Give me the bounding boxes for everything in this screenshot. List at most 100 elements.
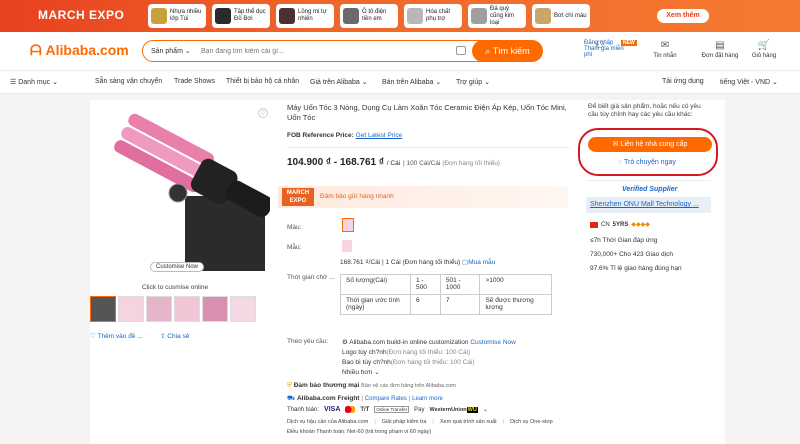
product-main-image[interactable]: ♡ Customise Now bbox=[90, 106, 273, 274]
banner-item[interactable]: Hóa chất phụ trợ bbox=[404, 4, 462, 28]
orders-icon: ▤ bbox=[715, 40, 725, 51]
mastercard-icon bbox=[345, 406, 356, 413]
china-flag-icon bbox=[590, 221, 598, 228]
diamond-rating-icon: ◆◆◆◆ bbox=[631, 222, 650, 228]
chevron-down-icon: ⌄ bbox=[484, 79, 490, 86]
banner-item[interactable]: Nhựa nhiều lớp Túi bbox=[148, 4, 206, 28]
nav-trade-shows[interactable]: Trade Shows bbox=[174, 78, 215, 85]
messages-link[interactable]: ✉ Tin nhắn bbox=[650, 40, 680, 59]
nav-price[interactable]: Giá trên Alibaba ⌄ bbox=[310, 78, 368, 86]
buy-sample-link[interactable]: ▢Mua mẫu bbox=[462, 259, 495, 266]
nav-ppe[interactable]: Thiết bị bảo hộ cá nhân bbox=[226, 78, 299, 85]
alibaba-a-icon: ᗩ bbox=[30, 42, 46, 58]
color-swatch[interactable] bbox=[342, 218, 354, 232]
thumbnail[interactable] bbox=[146, 296, 172, 322]
chevron-down-icon: ⌄ bbox=[361, 79, 368, 86]
model-label: Mẫu: bbox=[287, 244, 302, 251]
visa-icon: VISA bbox=[324, 406, 341, 413]
march-expo-logo: MARCH EXPO bbox=[38, 8, 125, 22]
ontime-delivery: 97.6% Tỉ lệ giao hàng đúng hạn bbox=[590, 265, 682, 272]
hair-curler-image bbox=[90, 106, 273, 274]
thumbnail[interactable] bbox=[118, 296, 144, 322]
thumbnail[interactable] bbox=[230, 296, 256, 322]
chevron-down-icon: ⌄ bbox=[184, 48, 191, 55]
product-thumb-icon bbox=[471, 8, 487, 24]
service-link[interactable]: Xem quá trình sản xuất bbox=[440, 419, 497, 425]
share-link[interactable]: ⇪ Chia sẻ bbox=[160, 332, 189, 340]
cart-link[interactable]: 🛒 Giỏ hàng bbox=[748, 40, 780, 59]
product-thumb-icon bbox=[407, 8, 423, 24]
truck-icon: ⛟ bbox=[287, 395, 297, 402]
fob-price: FOB Reference Price: Get Latest Price bbox=[287, 132, 403, 139]
product-thumb-icon bbox=[215, 8, 231, 24]
nav-language[interactable]: tiếng Việt - VND ⌄ bbox=[720, 78, 778, 86]
see-more-button[interactable]: Xem thêm bbox=[657, 9, 709, 23]
product-thumb-icon bbox=[343, 8, 359, 24]
transactions: 730,000+ Cho 423 Giao dịch bbox=[590, 251, 673, 258]
supplier-badges: CN 5YRS ◆◆◆◆ bbox=[590, 221, 650, 228]
expo-strip: MARCH EXPO Đảm bảo gửi hàng nhanh bbox=[278, 186, 568, 208]
camera-icon[interactable] bbox=[456, 46, 466, 55]
color-label: Màu: bbox=[287, 224, 302, 231]
nav-download-app[interactable]: Tải ứng dụng bbox=[662, 78, 704, 85]
nav-help[interactable]: Trợ giúp ⌄ bbox=[456, 78, 490, 86]
message-icon: ✉ bbox=[660, 40, 670, 51]
heart-icon[interactable]: ♡ bbox=[258, 108, 268, 118]
tt-icon: T/T bbox=[360, 406, 370, 413]
payment-terms: Điều khoản Thanh toán: Net-60 (trả trong… bbox=[287, 429, 432, 435]
more-options-toggle[interactable]: Nhiều hơn ⌄ bbox=[342, 368, 516, 378]
nav-sell[interactable]: Bán trên Alibaba ⌄ bbox=[382, 78, 441, 86]
table-row: Thời gian ước tính (ngày) 6 7 Sẽ được th… bbox=[340, 294, 552, 315]
search-bar: Sản phẩm ⌄ NEW ⌕ Tìm kiếm bbox=[142, 40, 637, 62]
chevron-down-icon: ⌄ bbox=[772, 79, 778, 86]
customise-now-badge[interactable]: Customise Now bbox=[150, 262, 205, 272]
shield-icon: ⛨ bbox=[287, 382, 294, 389]
table-row: Số lượng(Cái) 1 - 500 501 - 1000 >1000 bbox=[340, 274, 552, 295]
service-link[interactable]: Giải pháp kiểm tra bbox=[382, 419, 427, 425]
contact-note: Để biết giá sản phẩm, hoặc nếu có yêu cầ… bbox=[588, 103, 701, 118]
chevron-down-icon: ⌄ bbox=[52, 79, 58, 86]
thumbnail[interactable] bbox=[90, 296, 116, 322]
learn-more-link[interactable]: Learn more bbox=[412, 396, 443, 402]
orders-link[interactable]: ▤ Đơn đặt hàng bbox=[700, 40, 740, 59]
product-title: Máy Uốn Tóc 3 Nòng, Dụng Cụ Làm Xoăn Tóc… bbox=[287, 103, 567, 122]
supplier-name-link[interactable]: Shenzhen ONU Mall Technology ... bbox=[590, 201, 699, 208]
thumbnail[interactable] bbox=[174, 296, 200, 322]
search-input[interactable] bbox=[201, 45, 451, 57]
search-button[interactable]: ⌕ Tìm kiếm bbox=[472, 40, 543, 62]
banner-item[interactable]: Ô tô điện tiền em bbox=[340, 4, 398, 28]
add-favorite-link[interactable]: ♡ Thêm vào đề ... bbox=[90, 332, 143, 340]
banner-item[interactable]: Đá quý cũng kim loại bbox=[468, 4, 526, 28]
online-transfer-icon: Online Transfer bbox=[374, 406, 410, 413]
march-expo-badge: MARCH EXPO bbox=[282, 188, 314, 206]
response-time: ≤7h Thời Gian đáp ứng bbox=[590, 237, 658, 244]
model-swatch[interactable] bbox=[342, 240, 352, 252]
compare-rates-link[interactable]: Compare Rates bbox=[365, 396, 407, 402]
customization-options: ⚙ Alibaba.com build-in online customizat… bbox=[342, 339, 516, 378]
leadtime-label: Thời gian chờ ... bbox=[287, 274, 335, 281]
nav-ready-to-ship[interactable]: Sẵn sàng vận chuyển bbox=[95, 78, 162, 85]
supplier-card: Verified Supplier Shenzhen ONU Mall Tech… bbox=[586, 180, 711, 280]
alibaba-logo[interactable]: ᗩ Alibaba.com bbox=[30, 42, 129, 59]
search-icon: ⌕ bbox=[485, 46, 493, 56]
menu-icon: ☰ bbox=[10, 79, 19, 86]
western-union-icon: WesternUnionWU bbox=[429, 406, 478, 413]
banner-item[interactable]: Lồng mi tự nhiên bbox=[276, 4, 334, 28]
banner-item[interactable]: Tập thể dục Đồ Bơi bbox=[212, 4, 270, 28]
banner-item[interactable]: Bơt chì màu bbox=[532, 4, 590, 28]
thumbnail[interactable] bbox=[202, 296, 228, 322]
customization-label: Theo yêu cầu: bbox=[287, 338, 329, 345]
nav-categories[interactable]: ☰ Danh mục ⌄ bbox=[10, 78, 58, 86]
service-link[interactable]: Dịch vụ One-stop bbox=[510, 419, 553, 425]
apple-pay-icon: Pay bbox=[414, 406, 425, 413]
chevron-down-icon[interactable]: ⌄ bbox=[483, 406, 488, 413]
service-link[interactable]: Dịch vụ hậu cần của Alibaba.com bbox=[287, 419, 368, 425]
login-link[interactable]: ⚇ Đăng nhập Tham gia miễn phí bbox=[570, 40, 630, 58]
expo-banner[interactable]: MARCH EXPO Nhựa nhiều lớp Túi Tập thể dụ… bbox=[0, 0, 800, 32]
customise-now-link[interactable]: Customise Now bbox=[470, 339, 516, 346]
trade-assurance: ⛨ Đảm bảo thương mại Bảo vệ các đơn hàng… bbox=[287, 382, 456, 389]
get-latest-price-link[interactable]: Get Latest Price bbox=[356, 132, 403, 139]
search-category-select[interactable]: Sản phẩm ⌄ bbox=[151, 47, 191, 55]
services-row: Dịch vụ hậu cần của Alibaba.com | Giải ph… bbox=[287, 419, 553, 425]
model-price-line: 168.761 ₫/Cái | 1 Cái (Đơn hàng tối thiể… bbox=[340, 259, 496, 266]
